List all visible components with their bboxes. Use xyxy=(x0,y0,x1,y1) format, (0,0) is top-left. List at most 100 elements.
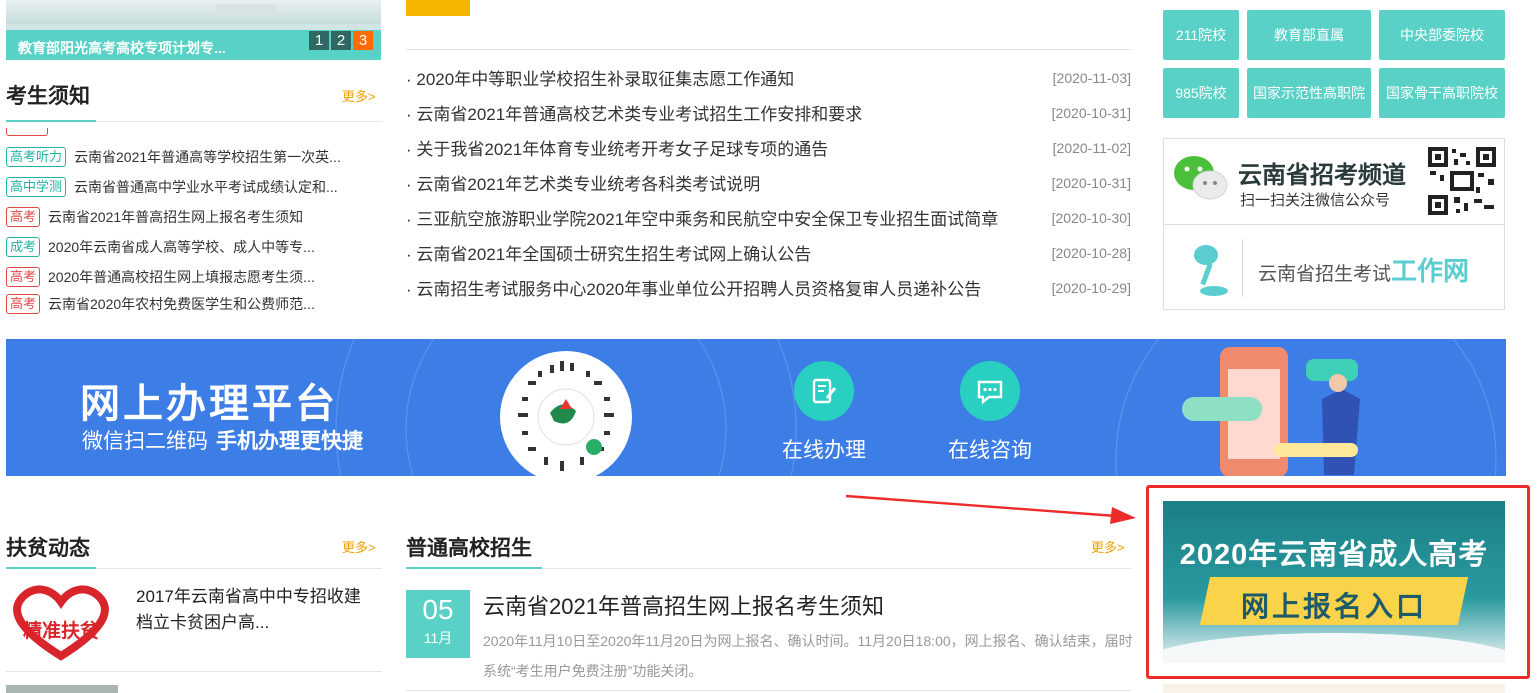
news-title[interactable]: · 云南省2021年艺术类专业统考各科类考试说明 xyxy=(406,170,760,195)
poverty-item-divider xyxy=(6,671,382,672)
wechat-promo-box[interactable]: 云南省招考频道 扫一扫关注微信公众号 云南省招生考试工作网 xyxy=(1163,138,1505,310)
clipped-next-banner xyxy=(1163,684,1505,693)
news-title[interactable]: · 云南省2021年普通高校艺术类专业考试招生工作安排和要求 xyxy=(406,100,862,125)
slider-page-1[interactable]: 1 xyxy=(309,31,329,50)
news-item[interactable]: · 云南招生考试服务中心2020年事业单位公开招聘人员资格复审人员递补公告 [2… xyxy=(406,270,1131,305)
notice-tag: 高考 xyxy=(6,267,41,287)
notice-tag: 高中学测 xyxy=(6,177,67,197)
mini-program-code-icon xyxy=(518,361,614,471)
clipped-tag xyxy=(6,128,48,136)
news-title[interactable]: · 云南招生考试服务中心2020年事业单位公开招聘人员资格复审人员递补公告 xyxy=(406,275,981,300)
online-handle-feature[interactable]: 在线办理 xyxy=(764,361,884,464)
notice-item[interactable]: 高考听力 云南省2021年普通高等学校招生第一次英... xyxy=(6,142,382,172)
poverty-section-title: 扶贫动态 xyxy=(6,536,90,560)
news-title[interactable]: · 关于我省2021年体育专业统考开考女子足球专项的通告 xyxy=(406,135,828,160)
news-title[interactable]: · 三亚航空旅游职业学院2021年空中乘务和民航空中安全保卫专业招生面试简章 xyxy=(406,205,998,230)
notice-title-underline xyxy=(6,120,96,122)
general-title-underline xyxy=(406,567,542,569)
tag-211[interactable]: 211院校 xyxy=(1163,10,1239,60)
poverty-more-link[interactable]: 更多> xyxy=(342,537,376,556)
news-item[interactable]: · 云南省2021年全国硕士研究生招生考试网上确认公告 [2020-10-28] xyxy=(406,235,1131,270)
notice-text[interactable]: 云南省2020年农村免费医学生和公费师范... xyxy=(48,294,315,314)
annotation-arrow-icon xyxy=(845,494,1136,524)
article-summary: 2020年11月10日至2020年11月20日为网上报名、确认时间。11月20日… xyxy=(483,633,1133,679)
notice-item[interactable]: 高中学测 云南省普通高中学业水平考试成绩认定和... xyxy=(6,172,382,202)
general-more-link[interactable]: 更多> xyxy=(1091,537,1125,556)
chat-bubble-icon xyxy=(960,361,1020,421)
notice-text[interactable]: 2020年普通高校招生网上填报志愿考生须... xyxy=(48,267,315,287)
general-divider xyxy=(542,568,1131,569)
work-divider xyxy=(1242,239,1243,297)
notice-text[interactable]: 2020年云南省成人高等学校、成人中等专... xyxy=(48,237,315,257)
clipped-date-badge xyxy=(406,0,470,16)
news-title[interactable]: · 2020年中等职业学校招生补录取征集志愿工作通知 xyxy=(406,65,794,90)
article-divider xyxy=(406,690,1131,691)
wechat-box-divider xyxy=(1164,224,1504,225)
work-site-title[interactable]: 云南省招生考试工作网 xyxy=(1258,251,1469,288)
wechat-title: 云南省招考频道 xyxy=(1238,162,1406,189)
poverty-news-line-1: 2017年云南省高中中专招收建 xyxy=(136,587,361,606)
news-date: [2020-10-31] xyxy=(1051,104,1131,121)
news-date: [2020-10-29] xyxy=(1051,279,1131,296)
edit-form-icon xyxy=(794,361,854,421)
online-consult-label: 在线咨询 xyxy=(948,439,1032,462)
poverty-divider xyxy=(96,568,382,569)
news-list: · 2020年中等职业学校招生补录取征集志愿工作通知 [2020-11-03] … xyxy=(406,60,1131,305)
notice-section-title: 考生须知 xyxy=(6,84,90,108)
banner-subtitle: 微信扫二维码 手机办理更快捷 xyxy=(82,425,363,455)
slider-image xyxy=(6,0,381,24)
poverty-news-text[interactable]: 2017年云南省高中中专招收建 档立卡贫困户高... xyxy=(136,584,361,636)
notice-item[interactable]: 高考 云南省2020年农村免费医学生和公费师范... xyxy=(6,292,382,316)
poverty-title-underline xyxy=(6,567,96,569)
notice-text[interactable]: 云南省2021年普通高等学校招生第一次英... xyxy=(74,147,341,167)
notice-text[interactable]: 云南省2021年普高招生网上报名考生须知 xyxy=(48,207,303,227)
tag-national-demo-vocational[interactable]: 国家示范性高职院 xyxy=(1247,68,1371,118)
tag-central-ministry[interactable]: 中央部委院校 xyxy=(1379,10,1505,60)
mini-program-qr xyxy=(500,351,632,476)
news-date: [2020-10-28] xyxy=(1051,244,1131,261)
article-date-badge: 05 11月 xyxy=(406,590,470,658)
article-month: 11月 xyxy=(423,630,453,646)
work-site-prefix: 云南省招生考试 xyxy=(1258,264,1392,285)
news-item[interactable]: · 云南省2021年艺术类专业统考各科类考试说明 [2020-10-31] xyxy=(406,165,1131,200)
tag-985[interactable]: 985院校 xyxy=(1163,68,1239,118)
school-category-grid: 211院校 教育部直属 中央部委院校 985院校 国家示范性高职院 国家骨干高职… xyxy=(1163,10,1505,118)
news-item[interactable]: · 三亚航空旅游职业学院2021年空中乘务和民航空中安全保卫专业招生面试简章 [… xyxy=(406,200,1131,235)
tag-moe-direct[interactable]: 教育部直属 xyxy=(1247,10,1371,60)
banner-sub-a: 微信扫二维码 xyxy=(82,430,208,453)
news-item[interactable]: · 云南省2021年普通高校艺术类专业考试招生工作安排和要求 [2020-10-… xyxy=(406,95,1131,130)
notice-divider xyxy=(96,121,382,122)
qr-code-icon xyxy=(1426,145,1498,217)
slider-page-3[interactable]: 3 xyxy=(353,31,373,50)
notice-tag: 高考 xyxy=(6,207,41,227)
adult-exam-registration-banner[interactable]: 2020年云南省成人高考 网上报名入口 xyxy=(1163,501,1505,663)
online-consult-feature[interactable]: 在线咨询 xyxy=(930,361,1050,464)
notice-text[interactable]: 云南省普通高中学业水平考试成绩认定和... xyxy=(74,177,338,197)
slider-caption[interactable]: 教育部阳光高考高校专项计划专... xyxy=(18,38,226,58)
work-site-emphasis: 工作网 xyxy=(1391,256,1470,286)
wechat-subtitle: 扫一扫关注微信公众号 xyxy=(1240,192,1391,209)
notice-more-link[interactable]: 更多> xyxy=(342,86,376,105)
news-slider[interactable]: 教育部阳光高考高校专项计划专... 1 2 3 xyxy=(6,0,381,60)
notice-item[interactable]: 高考 2020年普通高校招生网上填报志愿考生须... xyxy=(6,262,382,292)
notice-item[interactable]: 成考 2020年云南省成人高等学校、成人中等专... xyxy=(6,232,382,262)
poverty-logo-text: 精准扶贫 xyxy=(22,621,99,642)
news-title[interactable]: · 云南省2021年全国硕士研究生招生考试网上确认公告 xyxy=(406,240,811,265)
lamp-icon xyxy=(1194,245,1228,296)
clipped-thumbnail xyxy=(6,685,118,693)
news-date: [2020-11-03] xyxy=(1052,69,1131,86)
notice-list: 高考听力 云南省2021年普通高等学校招生第一次英... 高中学测 云南省普通高… xyxy=(6,142,382,316)
cta-title: 2020年云南省成人高考 xyxy=(1179,539,1489,571)
tag-national-key-vocational[interactable]: 国家骨干高职院校 xyxy=(1379,68,1505,118)
general-section-title: 普通高校招生 xyxy=(406,536,532,560)
news-item[interactable]: · 2020年中等职业学校招生补录取征集志愿工作通知 [2020-11-03] xyxy=(406,60,1131,95)
online-service-banner[interactable]: 网上办理平台 微信扫二维码 手机办理更快捷 在线办理 在线咨询 xyxy=(6,339,1506,476)
news-item[interactable]: · 关于我省2021年体育专业统考开考女子足球专项的通告 [2020-11-02… xyxy=(406,130,1131,165)
poverty-news-item[interactable]: 精准扶贫 2017年云南省高中中专招收建 档立卡贫困户高... xyxy=(6,578,382,668)
article-title[interactable]: 云南省2021年普高招生网上报名考生须知 xyxy=(483,589,884,621)
cta-ribbon-text[interactable]: 网上报名入口 xyxy=(1163,585,1505,625)
slider-page-2[interactable]: 2 xyxy=(331,31,351,50)
notice-item[interactable]: 高考 云南省2021年普高招生网上报名考生须知 xyxy=(6,202,382,232)
wechat-icon xyxy=(1174,156,1228,200)
banner-title: 网上办理平台 xyxy=(80,382,338,426)
